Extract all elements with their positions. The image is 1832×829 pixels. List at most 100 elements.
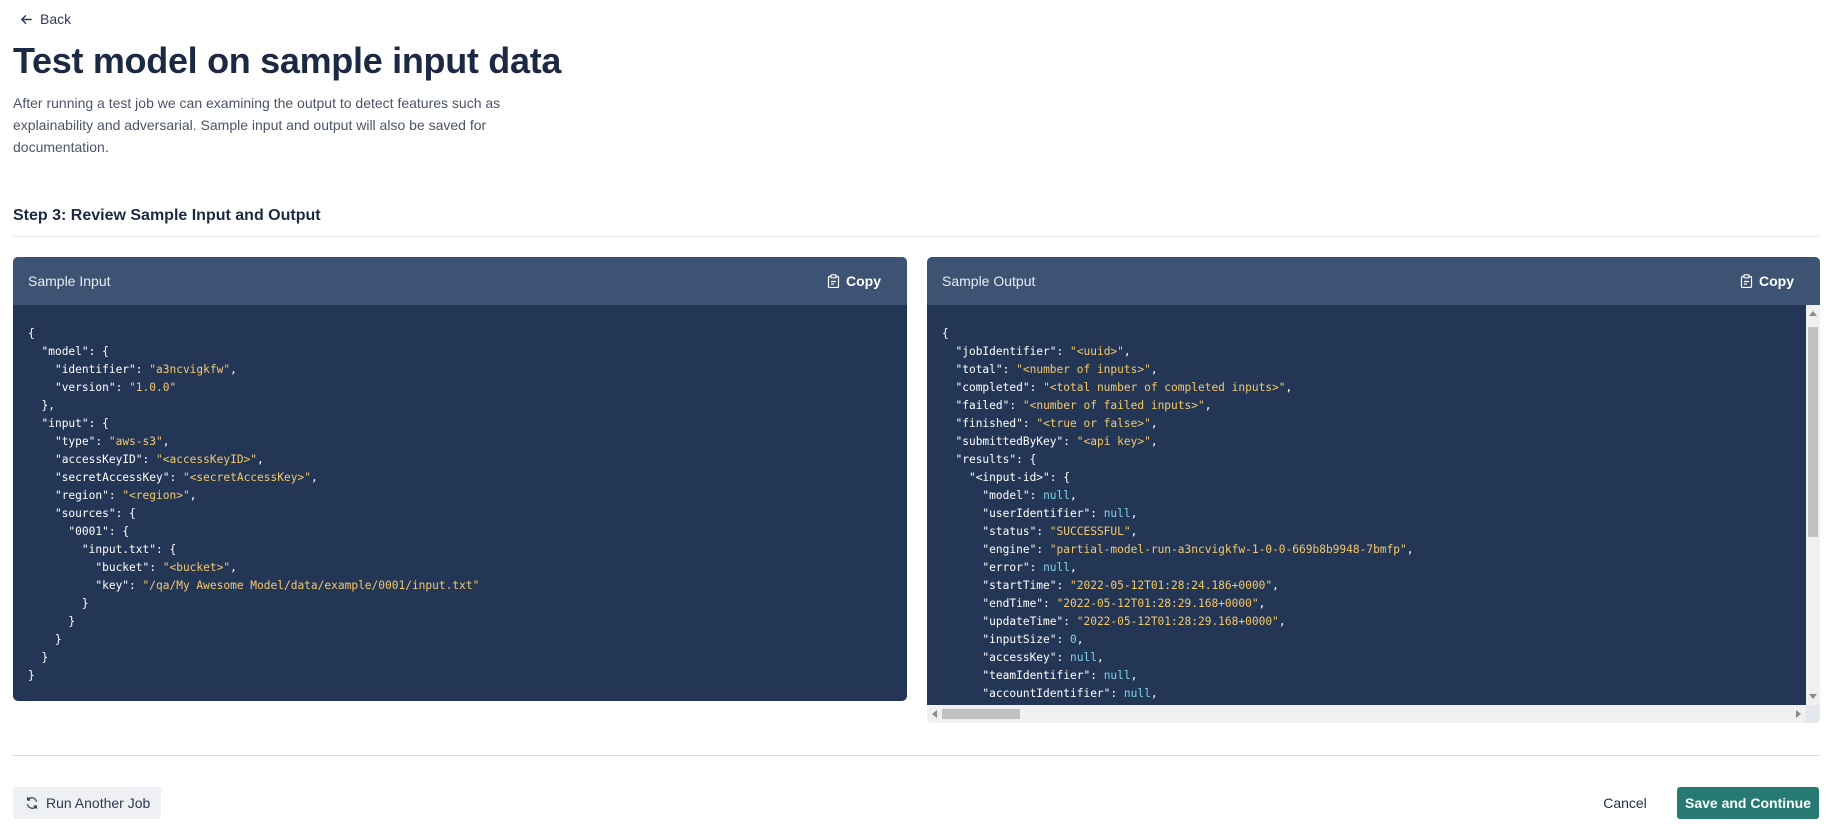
back-link[interactable]: Back <box>19 11 71 27</box>
vertical-scroll-thumb[interactable] <box>1808 327 1818 537</box>
json-punctuation: : <box>1110 687 1124 700</box>
code-line: "inputSize": 0, <box>942 631 1806 649</box>
code-line: "finished": "<true or false>", <box>942 415 1806 433</box>
sample-input-panel: Sample Input Copy { "model": { "identifi… <box>13 257 907 701</box>
json-key: "<input-id>" <box>968 471 1050 484</box>
json-punctuation <box>28 435 55 448</box>
json-punctuation: : <box>1029 381 1044 394</box>
sample-output-scroll-area[interactable]: { "jobIdentifier": "<uuid>", "total": "<… <box>927 305 1806 705</box>
json-punctuation: }, <box>28 399 55 412</box>
vertical-scrollbar[interactable] <box>1806 305 1820 705</box>
json-punctuation: : <box>1056 345 1071 358</box>
json-literal: null <box>1103 669 1131 682</box>
json-punctuation: } <box>28 633 62 646</box>
json-string: "<number of inputs>" <box>1016 363 1151 376</box>
json-punctuation: , <box>1070 561 1077 574</box>
json-punctuation: : <box>1056 579 1070 592</box>
page-title: Test model on sample input data <box>13 40 562 81</box>
json-punctuation: , <box>1150 435 1158 448</box>
json-key: "type" <box>54 435 96 448</box>
save-and-continue-button[interactable]: Save and Continue <box>1677 787 1819 819</box>
sample-input-header: Sample Input Copy <box>13 257 907 305</box>
copy-output-button[interactable]: Copy <box>1740 273 1806 289</box>
scroll-down-arrow-icon[interactable] <box>1809 694 1817 699</box>
json-punctuation: , <box>189 489 197 502</box>
json-punctuation: : <box>1002 363 1017 376</box>
json-key: "model" <box>982 489 1030 502</box>
json-key: "finished" <box>955 417 1023 430</box>
horizontal-scrollbar[interactable] <box>927 705 1806 723</box>
json-punctuation <box>942 417 955 430</box>
json-string: "<api key>" <box>1076 435 1151 448</box>
json-punctuation: : { <box>115 507 136 520</box>
clipboard-icon <box>1740 274 1753 288</box>
json-punctuation: , <box>310 471 318 484</box>
json-punctuation: , <box>1272 579 1279 592</box>
json-punctuation: } <box>28 651 49 664</box>
json-punctuation <box>942 651 982 664</box>
json-punctuation <box>942 597 982 610</box>
json-string: "<bucket>" <box>162 561 231 574</box>
code-line: "failed": "<number of failed inputs>", <box>942 397 1806 415</box>
json-key: "failed" <box>955 399 1010 412</box>
json-punctuation: , <box>1070 489 1077 502</box>
code-line: "teamIdentifier": null, <box>942 667 1806 685</box>
arrow-left-icon <box>21 14 32 24</box>
code-line: "jobIdentifier": "<uuid>", <box>942 343 1806 361</box>
json-punctuation: , <box>1406 543 1414 556</box>
cancel-button[interactable]: Cancel <box>1592 787 1658 819</box>
json-punctuation: : <box>1090 507 1104 520</box>
json-punctuation: , <box>230 363 237 376</box>
scroll-right-arrow-icon[interactable] <box>1796 710 1801 718</box>
json-literal: null <box>1103 507 1131 520</box>
json-key: "updateTime" <box>982 615 1064 628</box>
json-punctuation: : <box>1009 399 1023 412</box>
json-string: "SUCCESSFUL" <box>1049 525 1131 538</box>
code-line: "endTime": "2022-05-12T01:28:29.168+0000… <box>942 595 1806 613</box>
json-punctuation: : { <box>88 345 109 358</box>
json-string: "<region>" <box>122 489 190 502</box>
copy-input-button[interactable]: Copy <box>827 273 893 289</box>
sample-input-title: Sample Input <box>28 273 111 289</box>
json-punctuation <box>942 363 955 376</box>
json-punctuation <box>28 579 95 592</box>
json-punctuation: : <box>1029 489 1044 502</box>
code-line: "updateTime": "2022-05-12T01:28:29.168+0… <box>942 613 1806 631</box>
json-punctuation: , <box>230 561 237 574</box>
json-punctuation <box>28 543 82 556</box>
code-line: "identifier": "a3ncvigkfw", <box>28 361 907 379</box>
json-punctuation: : <box>169 471 183 484</box>
json-string: "/qa/My Awesome Model/data/example/0001/… <box>142 579 480 592</box>
json-string: "2022-05-12T01:28:29.168+0000" <box>1056 597 1259 610</box>
refresh-icon <box>27 797 37 809</box>
json-punctuation: , <box>162 435 170 448</box>
code-line: "submittedByKey": "<api key>", <box>942 433 1806 451</box>
json-punctuation: } <box>28 615 76 628</box>
json-punctuation <box>942 471 969 484</box>
json-literal: null <box>1043 489 1071 502</box>
json-punctuation <box>942 615 982 628</box>
json-string: "2022-05-12T01:28:24.186+0000" <box>1070 579 1273 592</box>
json-punctuation: , <box>1150 417 1158 430</box>
json-punctuation <box>942 525 982 538</box>
run-another-job-button[interactable]: Run Another Job <box>13 787 161 819</box>
code-line: "key": "/qa/My Awesome Model/data/exampl… <box>28 577 907 595</box>
sample-input-code[interactable]: { "model": { "identifier": "a3ncvigkfw",… <box>13 305 907 685</box>
json-punctuation <box>28 489 55 502</box>
horizontal-scroll-thumb[interactable] <box>942 709 1020 719</box>
json-punctuation <box>942 561 982 574</box>
scroll-left-arrow-icon[interactable] <box>932 710 937 718</box>
json-key: "inputSize" <box>982 633 1057 646</box>
code-line: "type": "aws-s3", <box>28 433 907 451</box>
json-punctuation: : <box>95 435 109 448</box>
json-punctuation <box>28 507 55 520</box>
json-key: "teamIdentifier" <box>982 669 1091 682</box>
json-punctuation: , <box>1130 507 1138 520</box>
json-punctuation: : <box>108 489 123 502</box>
json-punctuation: : { <box>108 525 130 538</box>
json-key: "error" <box>982 561 1030 574</box>
code-line: "total": "<number of inputs>", <box>942 361 1806 379</box>
json-punctuation: { <box>28 327 35 340</box>
scroll-up-arrow-icon[interactable] <box>1809 311 1817 316</box>
json-punctuation: , <box>1130 525 1138 538</box>
